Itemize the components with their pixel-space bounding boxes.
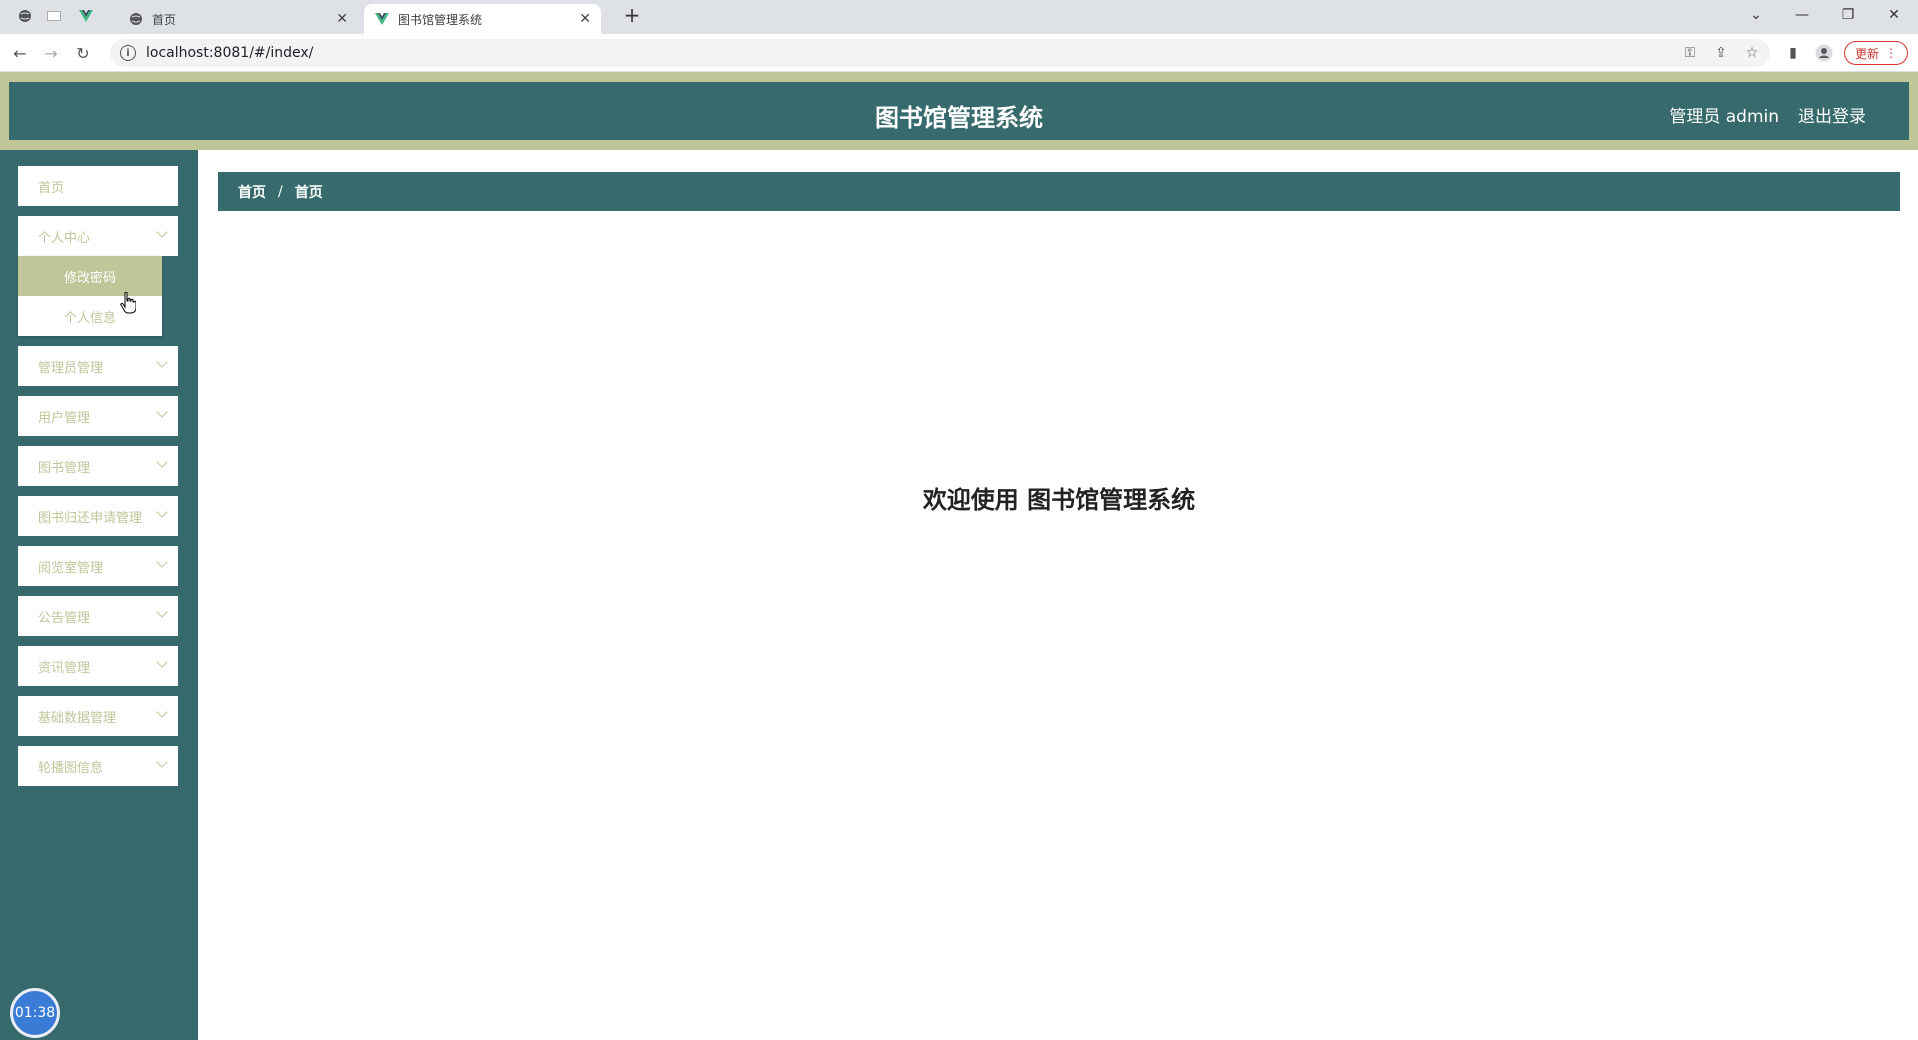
breadcrumb-item[interactable]: 首页 — [238, 182, 266, 202]
sidebar-item-reading-room-management[interactable]: 阅览室管理 — [18, 546, 178, 586]
sidebar-item-book-return-management[interactable]: 图书归还申请管理 — [18, 496, 178, 536]
chevron-down-icon — [156, 226, 168, 238]
reload-icon[interactable]: ↻ — [72, 42, 94, 64]
close-icon[interactable]: ✕ — [579, 11, 591, 27]
globe-icon[interactable] — [17, 8, 33, 24]
sidebar-item-personal-center[interactable]: 个人中心 — [18, 216, 178, 256]
close-window-icon[interactable]: ✕ — [1874, 4, 1914, 26]
vue-logo-icon[interactable] — [78, 8, 94, 24]
star-icon[interactable]: ☆ — [1742, 43, 1762, 63]
submenu-item-personal-info[interactable]: 个人信息 — [18, 296, 162, 336]
welcome-message: 欢迎使用 图书馆管理系统 — [922, 486, 1196, 514]
sidebar-item-label: 阅览室管理 — [38, 560, 104, 576]
sidebar-item-admin-management[interactable]: 管理员管理 — [18, 346, 178, 386]
submenu-personal-center: 修改密码 个人信息 — [18, 256, 162, 336]
close-icon[interactable]: ✕ — [336, 11, 348, 27]
minimize-icon[interactable]: — — [1782, 4, 1822, 26]
breadcrumb-separator: / — [278, 183, 283, 200]
update-button[interactable]: 更新 ⋮ — [1844, 41, 1908, 65]
new-tab-icon[interactable]: + — [612, 3, 652, 27]
chevron-down-icon — [156, 356, 168, 368]
key-icon[interactable]: ⚿ — [1680, 43, 1700, 63]
globe-icon — [128, 11, 144, 27]
sidebar-item-home[interactable]: 首页 — [18, 166, 178, 206]
browser-nav-bar: ← → ↻ i localhost:8081/#/index/ ⚿ ⇪ ☆ ▮ … — [0, 34, 1918, 72]
sidebar-item-label: 轮播图信息 — [38, 760, 104, 776]
sidebar-item-label: 图书管理 — [38, 460, 91, 476]
browser-tab-bar: 首页 ✕ 图书馆管理系统 ✕ + ⌄ — ❐ ✕ — [0, 0, 1918, 34]
address-bar[interactable]: i localhost:8081/#/index/ — [110, 39, 1770, 67]
tab-home[interactable]: 首页 ✕ — [128, 4, 358, 34]
chevron-down-icon — [156, 606, 168, 618]
logout-button[interactable]: 退出登录 — [1798, 102, 1866, 127]
header-bar: 图书馆管理系统 管理员 admin 退出登录 — [9, 82, 1909, 140]
forward-arrow-icon[interactable]: → — [40, 42, 62, 64]
sidebar-item-user-management[interactable]: 用户管理 — [18, 396, 178, 436]
sidebar-item-book-management[interactable]: 图书管理 — [18, 446, 178, 486]
tab-label: 首页 — [152, 12, 177, 27]
submenu-item-change-password[interactable]: 修改密码 — [18, 256, 162, 296]
breadcrumb: 首页 / 首页 — [218, 172, 1900, 211]
vue-logo-icon — [374, 11, 390, 27]
profile-icon[interactable] — [1814, 43, 1834, 63]
share-icon[interactable]: ⇪ — [1711, 43, 1731, 63]
hand-cursor-icon — [120, 291, 137, 314]
sidebar-item-news-management[interactable]: 资讯管理 — [18, 646, 178, 686]
back-arrow-icon[interactable]: ← — [9, 42, 31, 64]
sidebar-item-label: 管理员管理 — [38, 360, 104, 376]
chevron-down-icon — [156, 506, 168, 518]
chevron-down-icon — [156, 556, 168, 568]
sidebar-item-label: 个人中心 — [38, 230, 91, 246]
sidebar-item-label: 图书归还申请管理 — [38, 510, 143, 526]
sidebar-item-basic-data-management[interactable]: 基础数据管理 — [18, 696, 178, 736]
chevron-down-icon — [156, 756, 168, 768]
user-label: 管理员 admin — [1669, 107, 1779, 127]
chevron-down-icon — [156, 406, 168, 418]
sidebar-item-label: 公告管理 — [38, 610, 91, 626]
sidebar-item-label: 基础数据管理 — [38, 710, 117, 726]
update-label: 更新 — [1854, 46, 1879, 61]
sidebar-item-label: 用户管理 — [38, 410, 91, 426]
chevron-down-icon — [156, 456, 168, 468]
app-header: 图书馆管理系统 管理员 admin 退出登录 — [0, 72, 1918, 150]
blank-page-icon[interactable] — [46, 8, 62, 24]
tab-library-system[interactable]: 图书馆管理系统 ✕ — [364, 4, 601, 34]
chevron-down-icon — [156, 656, 168, 668]
side-panel-icon[interactable]: ▮ — [1783, 43, 1803, 63]
sidebar-item-label: 首页 — [38, 180, 65, 196]
chevron-down-icon — [156, 706, 168, 718]
sidebar-item-notice-management[interactable]: 公告管理 — [18, 596, 178, 636]
chevron-down-icon[interactable]: ⌄ — [1736, 4, 1776, 26]
url-text: localhost:8081/#/index/ — [146, 45, 314, 61]
info-icon[interactable]: i — [120, 45, 136, 61]
timer-badge: 01:38 — [10, 988, 60, 1038]
sidebar-item-label: 资讯管理 — [38, 660, 91, 676]
breadcrumb-item-current: 首页 — [294, 184, 323, 201]
sidebar-item-carousel-info[interactable]: 轮播图信息 — [18, 746, 178, 786]
restore-icon[interactable]: ❐ — [1828, 4, 1868, 26]
tab-label: 图书馆管理系统 — [398, 12, 483, 27]
more-icon: ⋮ — [1885, 46, 1897, 60]
page-title: 图书馆管理系统 — [875, 104, 1043, 132]
